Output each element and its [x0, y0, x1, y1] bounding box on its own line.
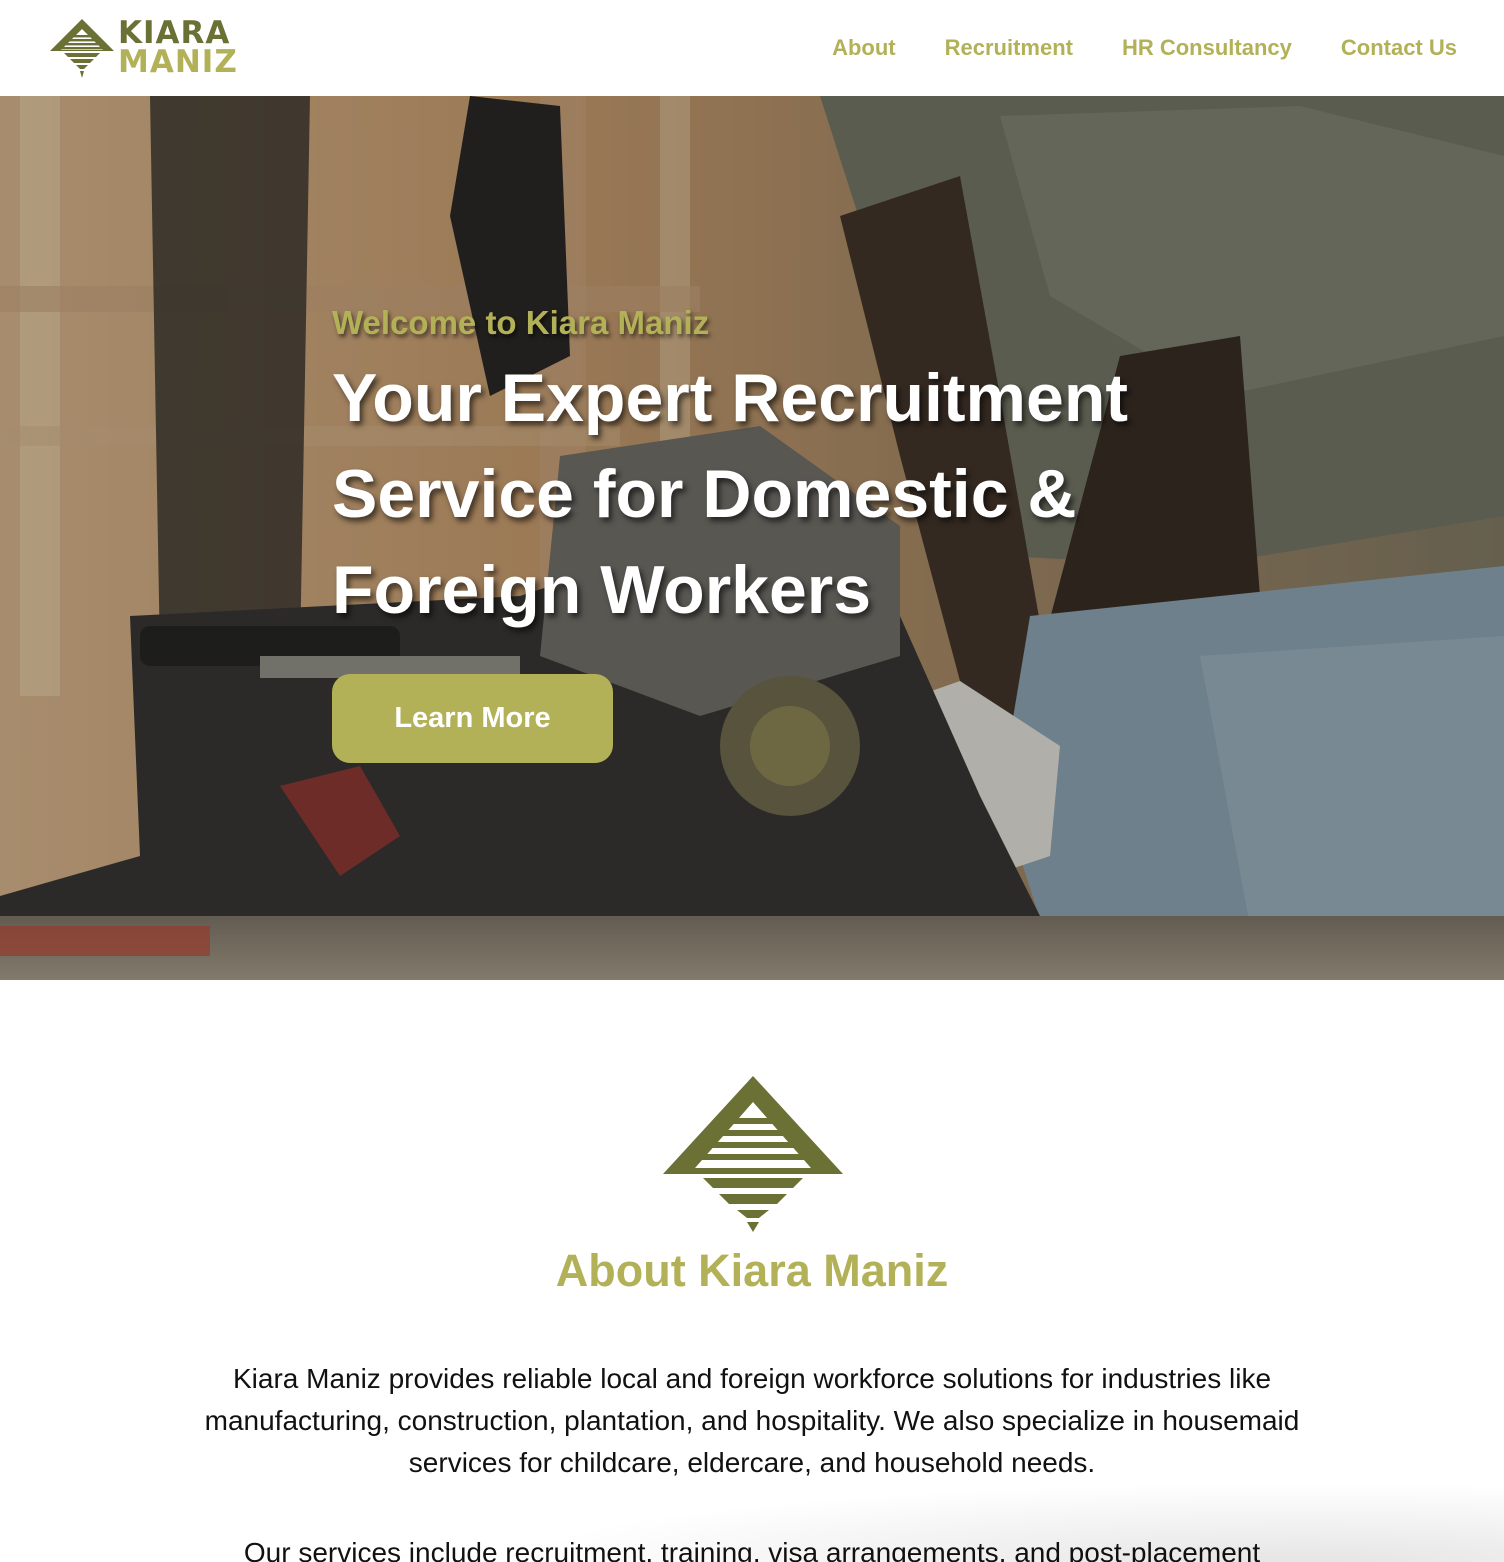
logo-line-maniz: MANIZ [118, 44, 238, 80]
about-paragraph-2: Our services include recruitment, traini… [243, 1537, 1261, 1562]
about-title: About Kiara Maniz [555, 1245, 949, 1296]
hero-title: Your Expert Recruitment Service for Dome… [332, 360, 1129, 628]
site-header: KIARA MANIZ About Recruitment HR Consult… [0, 0, 1504, 96]
nav-link-hr-consultancy[interactable]: HR Consultancy [1122, 35, 1292, 61]
nav-link-contact-us[interactable]: Contact Us [1341, 35, 1457, 61]
main-nav: About Recruitment HR Consultancy Contact… [832, 35, 1457, 61]
learn-more-button[interactable]: Learn More [332, 674, 613, 763]
hero-content: Welcome to Kiara Maniz Your Expert Recru… [332, 304, 1232, 763]
about-section: About Kiara Maniz Kiara Maniz provides r… [0, 980, 1504, 1562]
pyramid-tree-icon [50, 19, 114, 78]
logo-wordmark: KIARA MANIZ [118, 18, 238, 80]
site-logo[interactable]: KIARA MANIZ [48, 17, 238, 79]
nav-link-recruitment[interactable]: Recruitment [945, 35, 1073, 61]
nav-link-about[interactable]: About [832, 35, 896, 61]
hero-section: Welcome to Kiara Maniz Your Expert Recru… [0, 96, 1504, 980]
hero-eyebrow: Welcome to Kiara Maniz [332, 304, 710, 341]
pyramid-tree-icon [663, 1076, 843, 1232]
about-paragraph-1: Kiara Maniz provides reliable local and … [204, 1363, 1300, 1478]
